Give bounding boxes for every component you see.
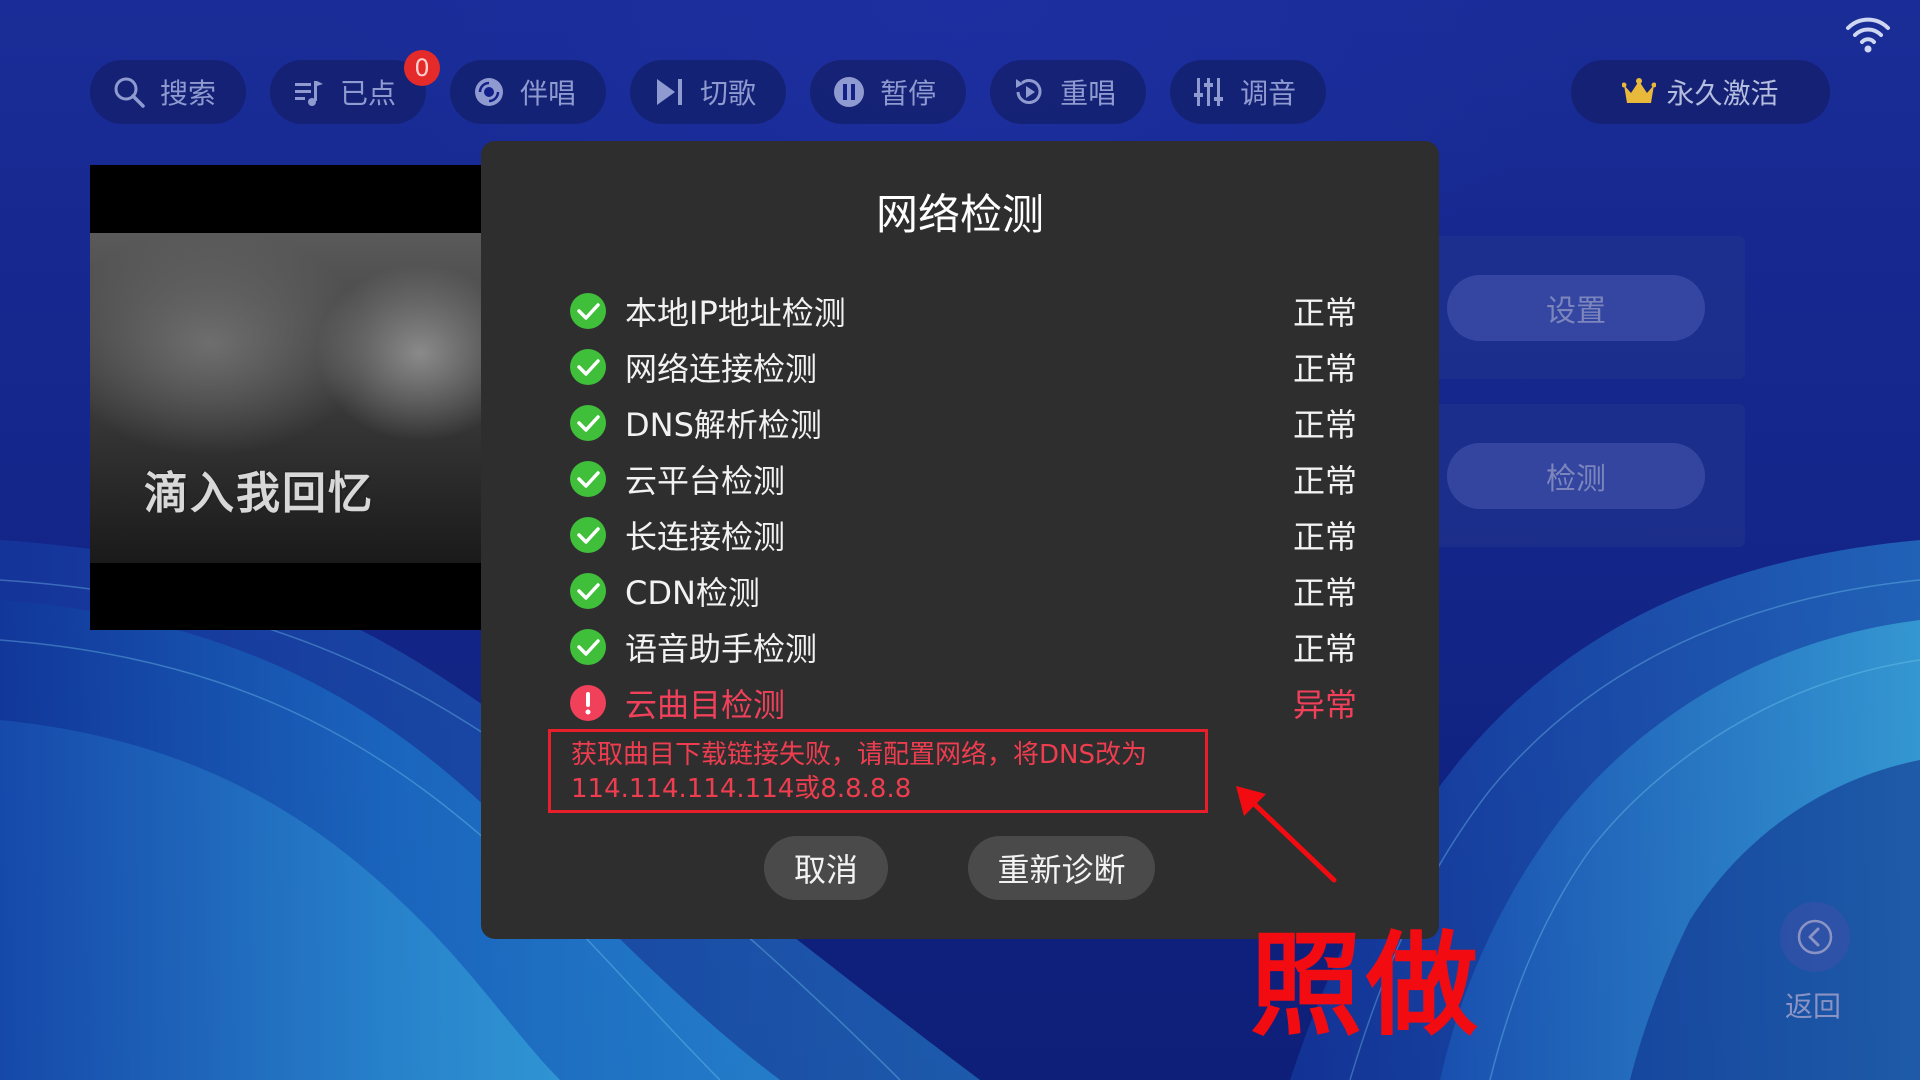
playlist-icon (292, 75, 326, 109)
cancel-button[interactable]: 取消 (764, 836, 888, 900)
annotation-arrow-icon (1236, 786, 1337, 883)
top-toolbar: 搜索 已点 0 伴唱 切歌 暂停 重唱 调音 (90, 50, 1327, 124)
pause-label: 暂停 (880, 77, 937, 110)
tuning-button[interactable]: 调音 (1170, 60, 1327, 124)
activate-label: 永久激活 (1666, 77, 1779, 110)
check-row-error: 云曲目检测 异常 (569, 675, 1357, 731)
check-name: 云曲目检测 (625, 686, 786, 724)
lyric-text: 滴入我回忆 (144, 468, 374, 519)
check-ok-icon (570, 405, 606, 441)
annotation-text: 照做 (1250, 921, 1482, 1051)
check-list: 本地IP地址检测 正常 网络连接检测 正常 DNS解析检测 正常 云平台检测 正… (569, 283, 1357, 731)
replay-button[interactable]: 重唱 (990, 60, 1147, 124)
queued-songs-label: 已点 (340, 77, 397, 110)
check-status: 正常 (1292, 574, 1357, 612)
dialog-title: 网络检测 (875, 190, 1044, 239)
accompany-icon (472, 75, 506, 109)
error-message-line: 114.114.114.114或8.8.8.8 (571, 774, 912, 804)
check-row: 网络连接检测 正常 (569, 339, 1357, 395)
check-ok-icon (570, 461, 606, 497)
search-button-label: 搜索 (160, 77, 217, 110)
queued-songs-button[interactable]: 已点 0 (270, 50, 441, 124)
check-name: DNS解析检测 (625, 406, 822, 444)
check-status: 正常 (1292, 350, 1357, 388)
check-status: 正常 (1292, 406, 1357, 444)
crown-icon (1622, 78, 1657, 103)
check-status: 正常 (1292, 518, 1357, 556)
pause-icon (832, 75, 866, 109)
permanent-activate-button[interactable]: 永久激活 (1571, 60, 1830, 124)
check-name: 长连接检测 (625, 518, 786, 556)
rediagnose-button[interactable]: 重新诊断 (968, 836, 1155, 900)
back-button[interactable] (1780, 902, 1850, 972)
check-row: 语音助手检测 正常 (569, 619, 1357, 675)
next-song-icon (652, 75, 686, 109)
next-song-label: 切歌 (700, 77, 757, 110)
check-status: 正常 (1292, 294, 1357, 332)
video-preview[interactable]: 滴入我回忆 (90, 165, 520, 630)
accompany-label: 伴唱 (520, 77, 577, 110)
accompany-button[interactable]: 伴唱 (450, 60, 607, 124)
check-ok-icon (570, 629, 606, 665)
error-message-line: 获取曲目下载链接失败，请配置网络，将DNS改为 (571, 740, 1147, 770)
mixer-icon (1192, 75, 1226, 109)
check-row: 长连接检测 正常 (569, 507, 1357, 563)
back-label: 返回 (1785, 990, 1842, 1023)
check-row: CDN检测 正常 (569, 563, 1357, 619)
check-ok-icon (570, 517, 606, 553)
check-name: 本地IP地址检测 (625, 294, 846, 332)
check-name: 语音助手检测 (625, 630, 818, 668)
next-song-button[interactable]: 切歌 (630, 60, 787, 124)
check-status: 正常 (1292, 630, 1357, 668)
check-name: 云平台检测 (625, 462, 786, 500)
check-ok-icon (570, 349, 606, 385)
search-button[interactable]: 搜索 (90, 60, 247, 124)
check-row: DNS解析检测 正常 (569, 395, 1357, 451)
error-message-box: 获取曲目下载链接失败，请配置网络，将DNS改为 114.114.114.114或… (548, 729, 1208, 813)
check-row: 本地IP地址检测 正常 (569, 283, 1357, 339)
check-name: CDN检测 (625, 574, 760, 612)
replay-label: 重唱 (1060, 77, 1117, 110)
check-ok-icon (570, 293, 606, 329)
tuning-label: 调音 (1240, 77, 1297, 110)
check-status: 异常 (1292, 686, 1357, 724)
replay-icon (1012, 75, 1046, 109)
check-row: 云平台检测 正常 (569, 451, 1357, 507)
search-icon (112, 75, 146, 109)
wifi-icon (1846, 17, 1890, 53)
check-status: 正常 (1292, 462, 1357, 500)
queued-count-badge: 0 (404, 50, 441, 86)
settings-button[interactable]: 设置 (1447, 275, 1705, 341)
check-ok-icon (570, 573, 606, 609)
error-alert-icon (570, 685, 606, 721)
check-name: 网络连接检测 (625, 350, 818, 388)
detect-button[interactable]: 检测 (1447, 443, 1705, 509)
pause-button[interactable]: 暂停 (810, 60, 967, 124)
back-icon (1797, 919, 1833, 955)
